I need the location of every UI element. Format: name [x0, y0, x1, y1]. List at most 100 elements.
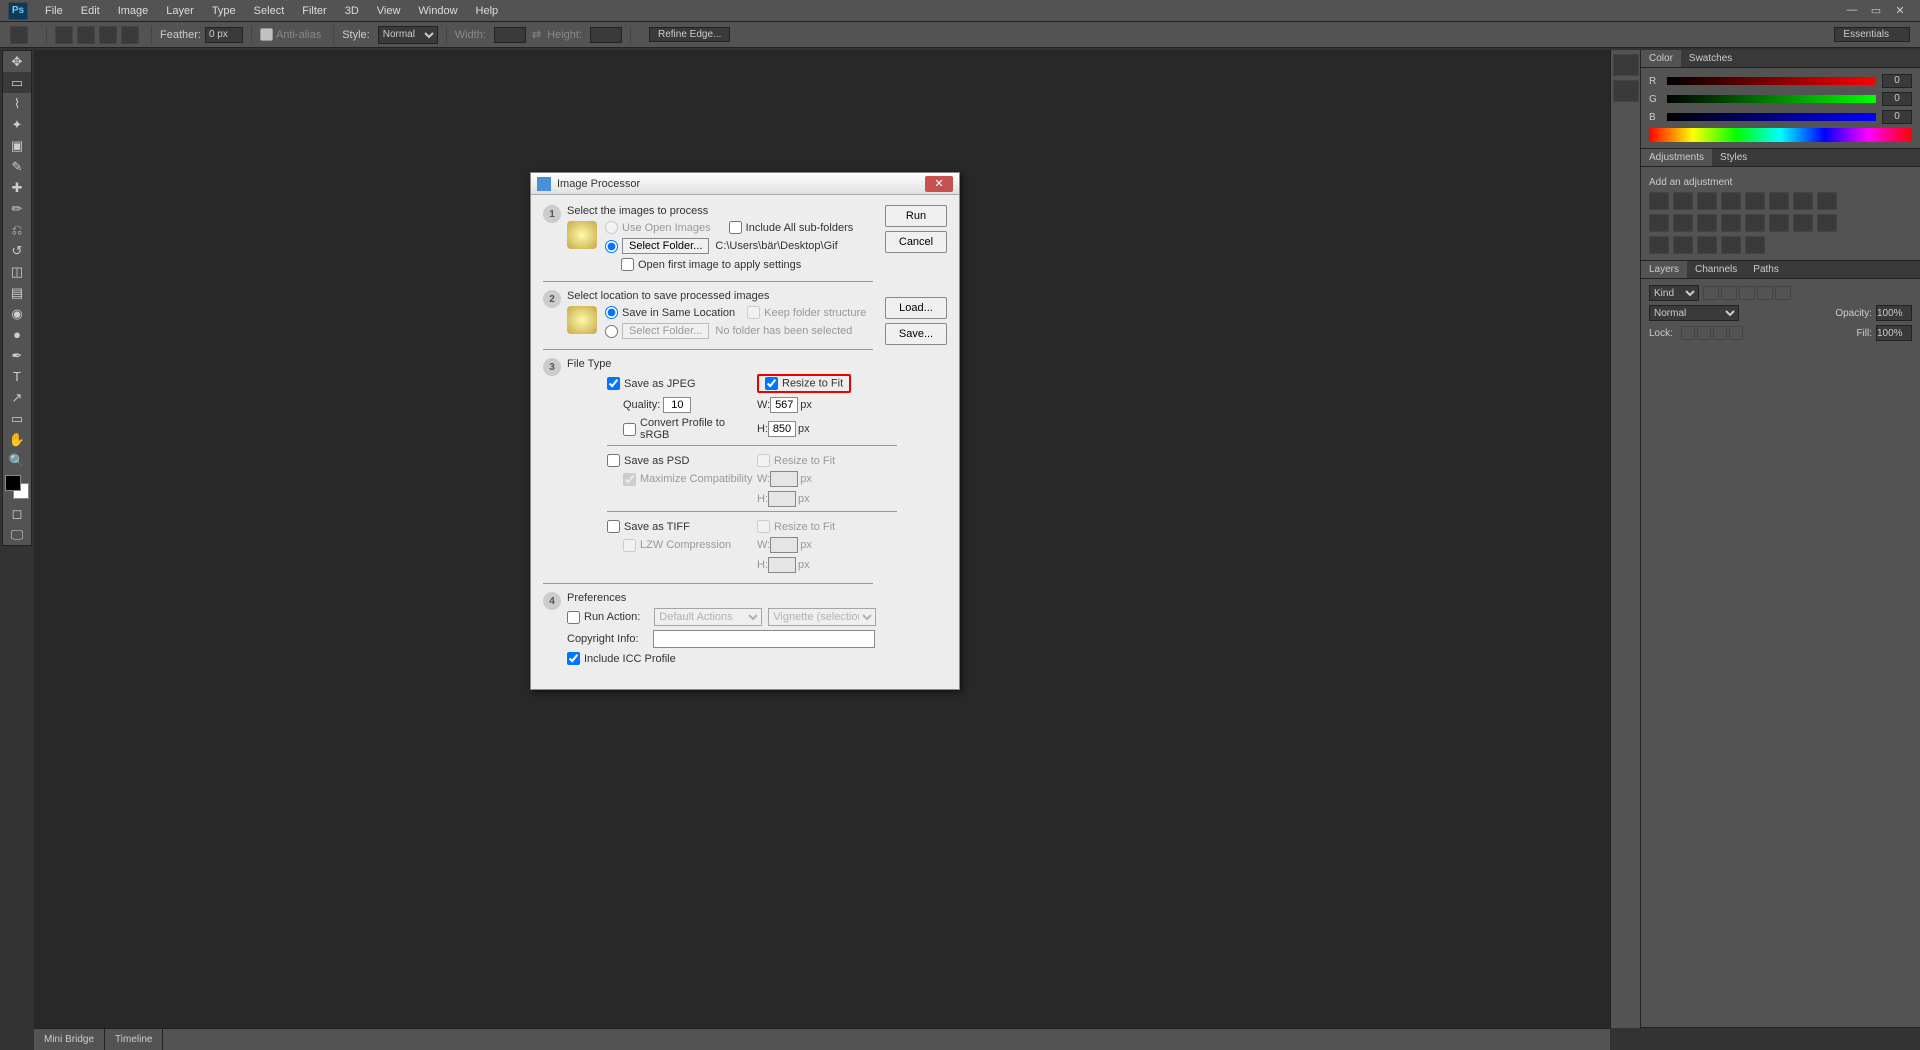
select-folder-radio[interactable]: [605, 240, 618, 253]
include-subfolders-checkbox[interactable]: [729, 221, 742, 234]
b-slider[interactable]: [1667, 113, 1876, 121]
bw-icon[interactable]: [1817, 192, 1837, 210]
save-psd-checkbox[interactable]: [607, 454, 620, 467]
exposure-icon[interactable]: [1721, 192, 1741, 210]
menu-layer[interactable]: Layer: [157, 5, 203, 17]
filter-kind-select[interactable]: Kind: [1649, 285, 1699, 301]
layers-tab[interactable]: Layers: [1641, 261, 1687, 278]
menu-window[interactable]: Window: [409, 5, 466, 17]
menu-view[interactable]: View: [368, 5, 410, 17]
select-folder-button[interactable]: Select Folder...: [622, 238, 709, 254]
screenmode-icon[interactable]: 🖵: [3, 524, 31, 545]
feather-input[interactable]: [205, 27, 243, 43]
heal-tool-icon[interactable]: ✚: [3, 177, 31, 198]
add-selection-icon[interactable]: [77, 26, 95, 44]
workspace-switcher[interactable]: Essentials: [1834, 27, 1910, 42]
zoom-tool-icon[interactable]: 🔍: [3, 450, 31, 471]
select-dest-folder-button[interactable]: Select Folder...: [622, 323, 709, 339]
wand-tool-icon[interactable]: ✦: [3, 114, 31, 135]
menu-type[interactable]: Type: [203, 5, 245, 17]
adj-icon-17[interactable]: [1649, 236, 1669, 254]
crop-tool-icon[interactable]: ▣: [3, 135, 31, 156]
color-spectrum[interactable]: [1649, 128, 1912, 142]
gradient-tool-icon[interactable]: ▤: [3, 282, 31, 303]
subtract-selection-icon[interactable]: [99, 26, 117, 44]
filter-smart-icon[interactable]: [1775, 286, 1791, 300]
menu-help[interactable]: Help: [467, 5, 508, 17]
threshold-icon[interactable]: [1769, 214, 1789, 232]
color-swatches[interactable]: [5, 475, 29, 499]
menu-filter[interactable]: Filter: [293, 5, 335, 17]
curves-icon[interactable]: [1697, 192, 1717, 210]
history-brush-tool-icon[interactable]: ↺: [3, 240, 31, 261]
move-tool-icon[interactable]: ✥: [3, 51, 31, 72]
select-dest-folder-radio[interactable]: [605, 325, 618, 338]
lock-all-icon[interactable]: [1729, 326, 1743, 340]
color-tab[interactable]: Color: [1641, 50, 1681, 67]
channels-tab[interactable]: Channels: [1687, 261, 1745, 278]
color-lookup-icon[interactable]: [1697, 214, 1717, 232]
save-jpeg-checkbox[interactable]: [607, 377, 620, 390]
pen-tool-icon[interactable]: ✒: [3, 345, 31, 366]
intersect-selection-icon[interactable]: [121, 26, 139, 44]
copyright-input[interactable]: [653, 630, 875, 648]
menu-file[interactable]: File: [36, 5, 72, 17]
b-value[interactable]: 0: [1882, 110, 1912, 124]
adj-icon-19[interactable]: [1697, 236, 1717, 254]
save-tiff-checkbox[interactable]: [607, 520, 620, 533]
open-first-checkbox[interactable]: [621, 258, 634, 271]
blur-tool-icon[interactable]: ◉: [3, 303, 31, 324]
opacity-input[interactable]: [1876, 305, 1912, 321]
styles-tab[interactable]: Styles: [1712, 149, 1755, 166]
r-value[interactable]: 0: [1882, 74, 1912, 88]
maximize-icon[interactable]: ▭: [1864, 4, 1888, 17]
hand-tool-icon[interactable]: ✋: [3, 429, 31, 450]
menu-edit[interactable]: Edit: [72, 5, 109, 17]
brush-tool-icon[interactable]: ✏: [3, 198, 31, 219]
adj-icon-21[interactable]: [1745, 236, 1765, 254]
menu-select[interactable]: Select: [245, 5, 294, 17]
lock-trans-icon[interactable]: [1681, 326, 1695, 340]
minimize-icon[interactable]: —: [1840, 4, 1864, 17]
jpeg-resize-checkbox[interactable]: [765, 377, 778, 390]
eyedropper-tool-icon[interactable]: ✎: [3, 156, 31, 177]
quality-input[interactable]: [663, 397, 691, 413]
invert-icon[interactable]: [1721, 214, 1741, 232]
levels-icon[interactable]: [1673, 192, 1693, 210]
brightness-icon[interactable]: [1649, 192, 1669, 210]
dialog-titlebar[interactable]: Image Processor ✕: [531, 173, 959, 195]
history-panel-icon[interactable]: [1613, 54, 1639, 76]
lock-pixels-icon[interactable]: [1697, 326, 1711, 340]
gradient-map-icon[interactable]: [1793, 214, 1813, 232]
type-tool-icon[interactable]: T: [3, 366, 31, 387]
selective-color-icon[interactable]: [1817, 214, 1837, 232]
style-select[interactable]: Normal: [378, 26, 438, 44]
hue-icon[interactable]: [1769, 192, 1789, 210]
fill-input[interactable]: [1876, 325, 1912, 341]
adj-icon-20[interactable]: [1721, 236, 1741, 254]
save-same-location-radio[interactable]: [605, 306, 618, 319]
close-icon[interactable]: ✕: [1888, 4, 1912, 17]
colorbal-icon[interactable]: [1793, 192, 1813, 210]
jpeg-width-input[interactable]: [770, 397, 798, 413]
g-value[interactable]: 0: [1882, 92, 1912, 106]
dodge-tool-icon[interactable]: ●: [3, 324, 31, 345]
foreground-color-swatch[interactable]: [5, 475, 21, 491]
marquee-tool-icon[interactable]: ▭: [3, 72, 31, 93]
filter-adj-icon[interactable]: [1721, 286, 1737, 300]
r-slider[interactable]: [1667, 77, 1876, 85]
include-icc-checkbox[interactable]: [567, 652, 580, 665]
posterize-icon[interactable]: [1745, 214, 1765, 232]
timeline-tab[interactable]: Timeline: [105, 1029, 163, 1050]
quickmask-icon[interactable]: ◻: [3, 503, 31, 524]
stamp-tool-icon[interactable]: ⎌: [3, 219, 31, 240]
g-slider[interactable]: [1667, 95, 1876, 103]
swatches-tab[interactable]: Swatches: [1681, 50, 1740, 67]
dialog-close-button[interactable]: ✕: [925, 176, 953, 192]
mini-bridge-tab[interactable]: Mini Bridge: [34, 1029, 105, 1050]
jpeg-height-input[interactable]: [768, 421, 796, 437]
vibrance-icon[interactable]: [1745, 192, 1765, 210]
photo-filter-icon[interactable]: [1649, 214, 1669, 232]
filter-pixel-icon[interactable]: [1703, 286, 1719, 300]
new-selection-icon[interactable]: [55, 26, 73, 44]
